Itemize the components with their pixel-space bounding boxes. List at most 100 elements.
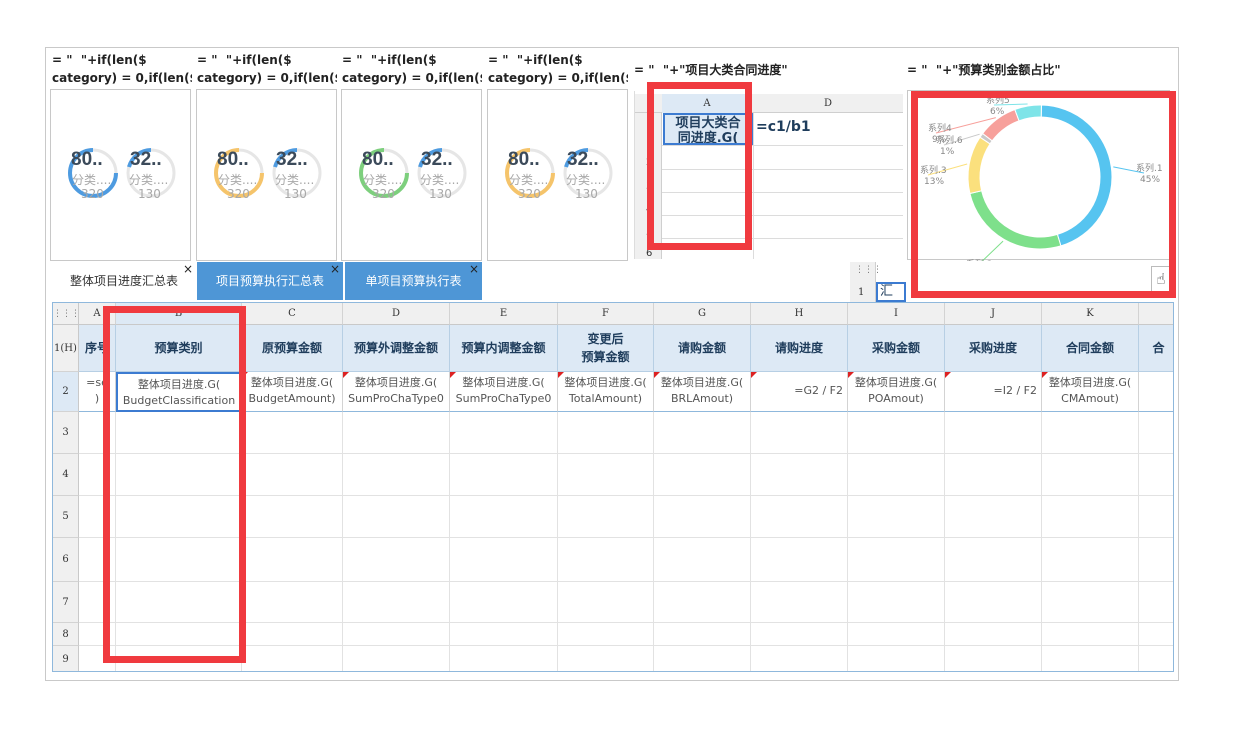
gauge-left-number: 320 <box>81 187 104 201</box>
gauge-left-number: 320 <box>227 187 250 201</box>
tab-label: 整体项目进度汇总表 <box>69 274 178 288</box>
data-cell[interactable]: 整体项目进度.G( BudgetAmount) <box>242 372 343 412</box>
gauge-right-label: 分类.... <box>129 173 169 187</box>
select-all-icon[interactable]: ⋮⋮⋮ <box>53 303 80 325</box>
header-cell[interactable]: 请购进度 <box>751 325 848 372</box>
gauge-left-label: 分类.... <box>363 173 403 187</box>
row-header[interactable]: 9 <box>53 646 79 671</box>
column-header[interactable] <box>1139 303 1173 325</box>
gauge-right-value: 32.. <box>276 149 308 170</box>
data-cell[interactable]: 整体项目进度.G( SumProChaType0 <box>450 372 558 412</box>
data-cell[interactable]: 整体项目进度.G( TotalAmount) <box>558 372 654 412</box>
row-header[interactable]: 4 <box>53 454 79 496</box>
header-cell[interactable]: 采购金额 <box>848 325 945 372</box>
gauge-right-number: 130 <box>284 187 307 201</box>
header-cell[interactable]: 请购金额 <box>654 325 751 372</box>
comment-marker-icon <box>848 372 854 378</box>
data-cell[interactable]: 整体项目进度.G( CMAmout) <box>1042 372 1139 412</box>
comment-marker-icon <box>1042 372 1048 378</box>
close-icon[interactable]: × <box>183 263 193 275</box>
column-header[interactable]: H <box>751 303 848 325</box>
header-cell[interactable]: 采购进度 <box>945 325 1042 372</box>
column-header[interactable]: E <box>450 303 558 325</box>
tab-label: 单项目预算执行表 <box>365 274 462 288</box>
widget-title-3: = " "+if(len($ category) = 0,if(len($ <box>342 53 482 85</box>
data-cell-text: 整体项目进度.G( CMAmout) <box>1048 376 1132 405</box>
header-cell[interactable]: 预算外调整金额 <box>343 325 450 372</box>
widget-title-1: = " "+if(len($ category) = 0,if(len($ <box>52 53 192 85</box>
column-header[interactable]: J <box>945 303 1042 325</box>
comment-marker-icon <box>343 372 349 378</box>
gauge-right-number: 130 <box>429 187 452 201</box>
column-header[interactable]: C <box>242 303 343 325</box>
column-header[interactable]: I <box>848 303 945 325</box>
column-header[interactable]: K <box>1042 303 1139 325</box>
gauge-left-label: 分类.... <box>72 173 112 187</box>
gauge-left-number: 320 <box>372 187 395 201</box>
data-cell-text: 整体项目进度.G( POAmout) <box>854 376 938 405</box>
tab-single-project-budget[interactable]: 单项目预算执行表 × <box>345 262 482 300</box>
gauge-card-1[interactable]: 80.. 分类.... 320 32.. 分类.... 130 <box>50 89 191 261</box>
gauge-right-label: 分类.... <box>566 173 606 187</box>
row-header[interactable]: 7 <box>53 582 79 623</box>
gauge-right-value: 32.. <box>567 149 599 170</box>
data-cell[interactable]: =I2 / F2 <box>945 372 1042 412</box>
column-header[interactable]: G <box>654 303 751 325</box>
data-cell[interactable]: =G2 / F2 <box>751 372 848 412</box>
data-cell-text: 整体项目进度.G( TotalAmount) <box>564 376 647 405</box>
widget-title-2: = " "+if(len($ category) = 0,if(len($ <box>197 53 337 85</box>
column-header[interactable]: F <box>558 303 654 325</box>
header-cell[interactable]: 原预算金额 <box>242 325 343 372</box>
contract-widget-title: = " "+"项目大类合同进度" <box>634 63 788 77</box>
gauge-card-3[interactable]: 80.. 分类.... 320 32.. 分类.... 130 <box>341 89 482 261</box>
data-cell-text: 整体项目进度.G( BRLAmout) <box>660 376 744 405</box>
mini-col-d: D <box>823 98 833 109</box>
row-header[interactable]: 8 <box>53 623 79 646</box>
pie-widget-title: = " "+"预算类别金额占比" <box>907 63 1061 77</box>
gauge-card-2[interactable]: 80.. 分类.... 320 32.. 分类.... 130 <box>196 89 337 261</box>
mini-sheet-row-1: 1 <box>858 287 865 298</box>
comment-marker-icon <box>751 372 757 378</box>
header-cell[interactable]: 合 <box>1139 325 1173 372</box>
row-header[interactable]: 5 <box>53 496 79 538</box>
row-header[interactable]: 2 <box>53 372 79 412</box>
row-header[interactable]: 1(H) <box>53 325 79 372</box>
close-icon[interactable]: × <box>469 263 479 275</box>
mini-sheet-cell[interactable]: 汇总 <box>876 282 906 302</box>
header-cell[interactable]: 合同金额 <box>1042 325 1139 372</box>
data-cell-text: 整体项目进度.G( BudgetAmount) <box>248 376 336 405</box>
gauge-right-label: 分类.... <box>420 173 460 187</box>
tab-label: 项目预算执行汇总表 <box>215 274 324 288</box>
mini-formula-cell[interactable]: =c1/b1 <box>756 119 811 135</box>
data-cell-text: 整体项目进度.G( SumProChaType0 <box>455 376 552 405</box>
tab-overall-progress[interactable]: 整体项目进度汇总表 × <box>52 262 196 300</box>
gauge-left-value: 80.. <box>508 149 540 170</box>
grid-handle-icon: ⋮⋮⋮ <box>855 265 882 275</box>
red-annotation-box-column-b <box>103 306 246 663</box>
header-cell[interactable]: 变更后 预算金额 <box>558 325 654 372</box>
comment-marker-icon <box>450 372 456 378</box>
gauge-right-label: 分类.... <box>275 173 315 187</box>
data-cell[interactable]: 整体项目进度.G( POAmout) <box>848 372 945 412</box>
widget-title-4: = " "+if(len($ category) = 0,if(len($ <box>488 53 628 85</box>
gauge-left-value: 80.. <box>217 149 249 170</box>
gauge-card-4[interactable]: 80.. 分类.... 320 32.. 分类.... 130 <box>487 89 628 261</box>
close-icon[interactable]: × <box>330 263 340 275</box>
comment-marker-icon <box>945 372 951 378</box>
red-annotation-box-pie <box>911 91 1176 298</box>
comment-marker-icon <box>558 372 564 378</box>
data-cell-text: =I2 / F2 <box>993 384 1037 397</box>
data-cell[interactable]: 整体项目进度.G( SumProChaType0 <box>343 372 450 412</box>
row-header[interactable]: 3 <box>53 412 79 454</box>
data-cell[interactable]: 整体项目进度.G( BRLAmout) <box>654 372 751 412</box>
data-cell-text: 整体项目进度.G( SumProChaType0 <box>348 376 444 405</box>
gauge-left-value: 80.. <box>71 149 103 170</box>
header-cell[interactable]: 预算内调整金额 <box>450 325 558 372</box>
data-cell[interactable] <box>1139 372 1173 412</box>
column-header[interactable]: D <box>343 303 450 325</box>
data-cell-text: =G2 / F2 <box>794 384 843 397</box>
gauge-left-value: 80.. <box>362 149 394 170</box>
tab-budget-summary[interactable]: 项目预算执行汇总表 × <box>197 262 343 300</box>
gauge-right-value: 32.. <box>130 149 162 170</box>
row-header[interactable]: 6 <box>53 538 79 582</box>
